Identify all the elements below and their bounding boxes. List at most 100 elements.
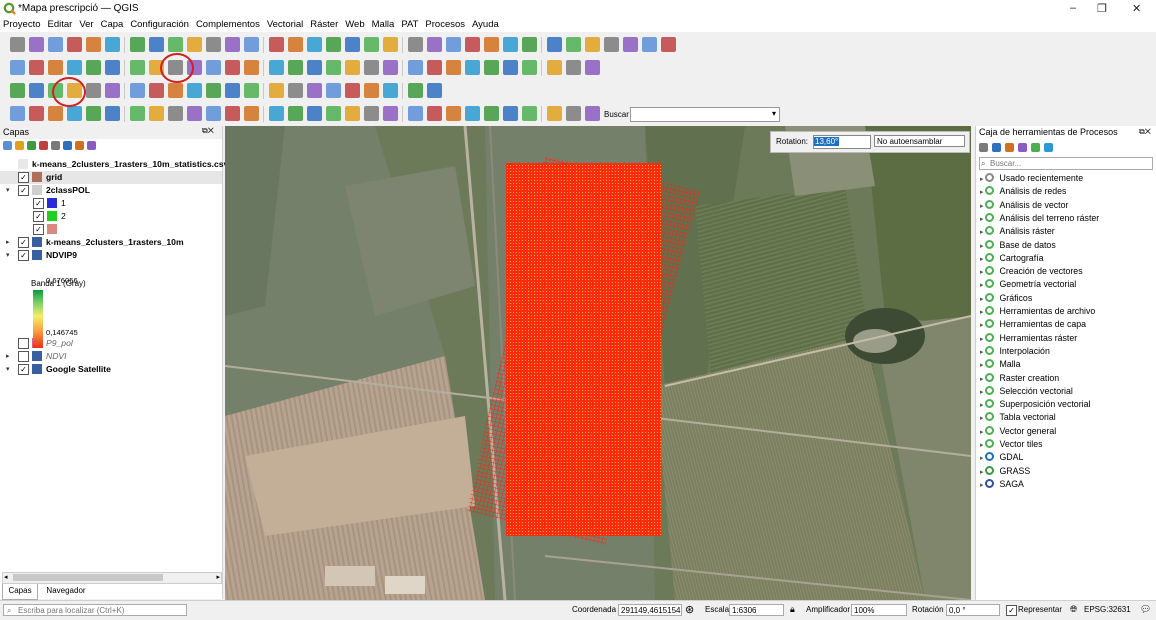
- identify-icon[interactable]: [427, 60, 442, 75]
- scale-combobox[interactable]: 1:6306: [729, 604, 784, 616]
- manage-visibility-icon[interactable]: [27, 141, 36, 150]
- statistics-icon[interactable]: [29, 83, 44, 98]
- add-group-icon[interactable]: [15, 141, 24, 150]
- panel-float-close-icon[interactable]: ⧉✕: [202, 126, 214, 136]
- menu-proyecto[interactable]: Proyecto: [0, 18, 45, 32]
- new-project-icon[interactable]: [10, 60, 25, 75]
- map-canvas[interactable]: Rotation: 13,60° No autoensamblar: [225, 126, 971, 600]
- layer-visibility-checkbox[interactable]: ✓: [18, 172, 29, 183]
- settings-icon[interactable]: [1044, 143, 1053, 152]
- map-tips-icon[interactable]: [566, 106, 581, 121]
- layer-tree-item[interactable]: ✓ 2: [0, 210, 222, 223]
- map-tips-icon[interactable]: [566, 60, 581, 75]
- zoom-selection-icon[interactable]: [408, 83, 423, 98]
- toolbox-group-item[interactable]: ▸ Herramientas de capa: [980, 318, 1086, 332]
- pan-map-icon[interactable]: [661, 37, 676, 52]
- temporal-icon[interactable]: [408, 106, 423, 121]
- layer-tree-item[interactable]: ✓ grid: [0, 171, 222, 184]
- toolbox-group-item[interactable]: ▸ Herramientas de archivo: [980, 305, 1095, 319]
- zoom-layer-icon[interactable]: [269, 106, 284, 121]
- close-button[interactable]: ✕: [1132, 2, 1141, 15]
- zoom-layer-icon[interactable]: [187, 37, 202, 52]
- measure-line-icon[interactable]: [522, 106, 537, 121]
- toolbox-group-item[interactable]: ▸ Selección vectorial: [980, 385, 1073, 399]
- layer-visibility-checkbox[interactable]: ✓: [18, 185, 29, 196]
- measure-icon[interactable]: [408, 37, 423, 52]
- edit-in-place-icon[interactable]: [1031, 143, 1040, 152]
- show-bookmarks-icon[interactable]: [364, 60, 379, 75]
- zoom-last-icon[interactable]: [307, 60, 322, 75]
- menu-vectorial[interactable]: Vectorial: [264, 18, 307, 32]
- pan-to-selection-icon[interactable]: [86, 37, 101, 52]
- save-as-icon[interactable]: [225, 83, 240, 98]
- map-tips-icon[interactable]: [130, 83, 145, 98]
- attribute-table-icon[interactable]: [446, 60, 461, 75]
- toolbox-group-item[interactable]: ▸ Usado recientemente: [980, 172, 1083, 186]
- zoom-in-icon[interactable]: [187, 106, 202, 121]
- zoom-out-icon[interactable]: [364, 83, 379, 98]
- layer-visibility-checkbox[interactable]: ✓: [18, 364, 29, 375]
- maximize-button[interactable]: ❐: [1097, 2, 1107, 15]
- layer-visibility-checkbox[interactable]: ✓: [33, 198, 44, 209]
- zoom-in-icon[interactable]: [105, 37, 120, 52]
- attribute-table-icon[interactable]: [446, 106, 461, 121]
- menu-configuracion[interactable]: Configuración: [127, 18, 193, 32]
- zoom-next-icon[interactable]: [326, 60, 341, 75]
- zoom-native-icon[interactable]: [288, 106, 303, 121]
- menu-complementos[interactable]: Complementos: [193, 18, 264, 32]
- select-icon[interactable]: [585, 106, 600, 121]
- layer-visibility-checkbox[interactable]: ✓: [18, 237, 29, 248]
- menu-pat[interactable]: PAT: [398, 18, 422, 32]
- zoom-native-icon[interactable]: [288, 60, 303, 75]
- expand-icon[interactable]: ▸: [6, 350, 10, 363]
- zoom-native-icon[interactable]: [206, 37, 221, 52]
- identify-icon[interactable]: [427, 106, 442, 121]
- new-bookmark-icon[interactable]: [345, 106, 360, 121]
- print-layout-icon[interactable]: [86, 106, 101, 121]
- toolbox-group-item[interactable]: ▸ Interpolación: [980, 345, 1050, 359]
- select-icon[interactable]: [585, 60, 600, 75]
- statistics-icon[interactable]: [383, 37, 398, 52]
- layout-manager-icon[interactable]: [29, 37, 44, 52]
- measure-icon[interactable]: [484, 60, 499, 75]
- measure-line-icon[interactable]: [522, 60, 537, 75]
- zoom-layer-icon[interactable]: [427, 83, 442, 98]
- menu-raster[interactable]: Ráster: [307, 18, 342, 32]
- select-icon[interactable]: [149, 83, 164, 98]
- layout-manager-icon[interactable]: [105, 60, 120, 75]
- zoom-last-icon[interactable]: [225, 37, 240, 52]
- toolbox-group-item[interactable]: ▸ Tabla vectorial: [980, 411, 1056, 425]
- collapse-icon[interactable]: ▾: [6, 184, 10, 197]
- menu-ver[interactable]: Ver: [76, 18, 97, 32]
- attribute-table-icon[interactable]: [364, 37, 379, 52]
- sum-icon[interactable]: [503, 106, 518, 121]
- coordinate-field[interactable]: 291149,4615154: [618, 604, 682, 616]
- zoom-full-icon[interactable]: [225, 106, 240, 121]
- new-bookmark-icon[interactable]: [345, 60, 360, 75]
- zoom-layer-icon[interactable]: [269, 60, 284, 75]
- zoom-full-icon[interactable]: [225, 60, 240, 75]
- save-as-icon[interactable]: [585, 37, 600, 52]
- zoom-last-icon[interactable]: [307, 106, 322, 121]
- zoom-out-icon[interactable]: [206, 106, 221, 121]
- annotation-icon[interactable]: [465, 37, 480, 52]
- attribute-table-icon[interactable]: [10, 83, 25, 98]
- zoom-selection-icon[interactable]: [168, 37, 183, 52]
- menu-web[interactable]: Web: [342, 18, 368, 32]
- select-icon[interactable]: [503, 37, 518, 52]
- sum-icon[interactable]: [503, 60, 518, 75]
- print-layout-icon[interactable]: [244, 83, 259, 98]
- layer-tree-item[interactable]: ✓ 1: [0, 197, 222, 210]
- temporal-icon[interactable]: [326, 37, 341, 52]
- collapse-icon[interactable]: ▾: [6, 363, 10, 376]
- toolbox-group-item[interactable]: ▸ Base de datos: [980, 239, 1056, 253]
- save-project-icon[interactable]: [48, 60, 63, 75]
- toolbox-group-item[interactable]: ▸ Análisis de redes: [980, 185, 1066, 199]
- zoom-out-icon[interactable]: [206, 60, 221, 75]
- toolbox-group-item[interactable]: ▸ SAGA: [980, 478, 1024, 492]
- toolbox-group-item[interactable]: ▸ Superposición vectorial: [980, 398, 1090, 412]
- results-icon[interactable]: [1018, 143, 1027, 152]
- tab-navegador[interactable]: Navegador: [40, 584, 92, 598]
- save-as-icon[interactable]: [67, 106, 82, 121]
- toolbox-group-item[interactable]: ▸ Vector general: [980, 425, 1056, 439]
